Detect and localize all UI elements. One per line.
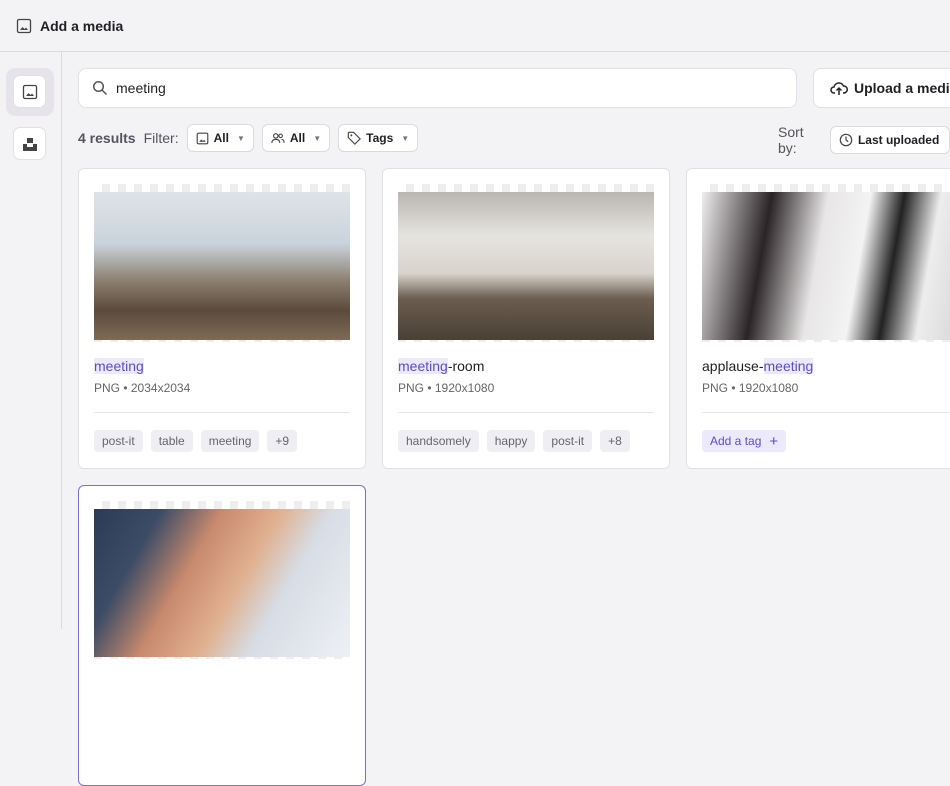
media-card[interactable]: meeting PNG • 2034x2034 post-it table me… — [78, 168, 366, 469]
tag-icon — [347, 131, 362, 145]
tag[interactable]: happy — [486, 430, 536, 452]
caret-down-icon: ▼ — [236, 133, 245, 143]
image-icon — [196, 132, 208, 144]
clock-icon — [839, 133, 853, 147]
tag-list: handsomely happy post-it +8 — [398, 430, 630, 452]
media-meta: PNG • 1920x1080 — [398, 381, 495, 395]
tag-list: Add a tag + — [702, 430, 787, 452]
filter-bar: 4 results Filter: All ▼ All ▼ Tags ▼ — [78, 124, 419, 152]
tag-list: post-it table meeting +9 — [94, 430, 298, 452]
tag[interactable]: post-it — [94, 430, 143, 452]
image-icon — [22, 84, 37, 99]
type-filter[interactable]: All ▼ — [186, 124, 254, 152]
caret-down-icon: ▼ — [401, 133, 410, 143]
tag[interactable]: table — [150, 430, 193, 452]
media-title: applause-meeting — [702, 358, 814, 374]
search-value: meeting — [116, 80, 166, 96]
media-card[interactable]: applause-meeting PNG • 1920x1080 Add a t… — [686, 168, 950, 469]
media-title: meeting — [94, 358, 144, 374]
upload-media-button[interactable]: Upload a media — [813, 68, 950, 108]
add-tag-button[interactable]: Add a tag + — [702, 430, 787, 452]
sidebar — [0, 52, 62, 629]
search-icon — [92, 80, 108, 96]
tag[interactable]: meeting — [200, 430, 260, 452]
results-count: 4 results — [78, 130, 136, 146]
media-meta: PNG • 2034x2034 — [94, 381, 191, 395]
tag[interactable]: post-it — [543, 430, 593, 452]
search-input[interactable]: meeting — [78, 68, 797, 108]
sidebar-media-button[interactable] — [13, 75, 46, 108]
more-tags[interactable]: +8 — [600, 430, 630, 452]
media-meta: PNG • 1920x1080 — [702, 381, 799, 395]
media-card[interactable] — [78, 485, 366, 786]
tag[interactable]: handsomely — [398, 430, 479, 452]
sort-dropdown[interactable]: Last uploaded — [829, 126, 950, 154]
more-tags[interactable]: +9 — [267, 430, 298, 452]
media-thumbnail — [398, 192, 654, 340]
cloud-upload-icon — [830, 82, 848, 95]
image-icon — [16, 18, 32, 33]
sort-control: Sort by: Last uploaded — [778, 124, 950, 156]
tags-filter[interactable]: Tags ▼ — [338, 124, 419, 152]
media-thumbnail — [94, 192, 350, 340]
unsplash-icon — [22, 137, 37, 151]
media-thumbnail — [702, 192, 950, 340]
owner-filter[interactable]: All ▼ — [261, 124, 331, 152]
header: Add a media — [0, 0, 950, 52]
media-thumbnail — [94, 509, 350, 657]
plus-icon: + — [769, 432, 779, 450]
media-title: meeting-room — [398, 358, 485, 374]
sidebar-unsplash-button[interactable] — [13, 127, 46, 160]
media-card[interactable]: meeting-room PNG • 1920x1080 handsomely … — [382, 168, 670, 469]
caret-down-icon: ▼ — [313, 133, 322, 143]
users-icon — [271, 132, 285, 143]
page-title: Add a media — [40, 17, 124, 34]
